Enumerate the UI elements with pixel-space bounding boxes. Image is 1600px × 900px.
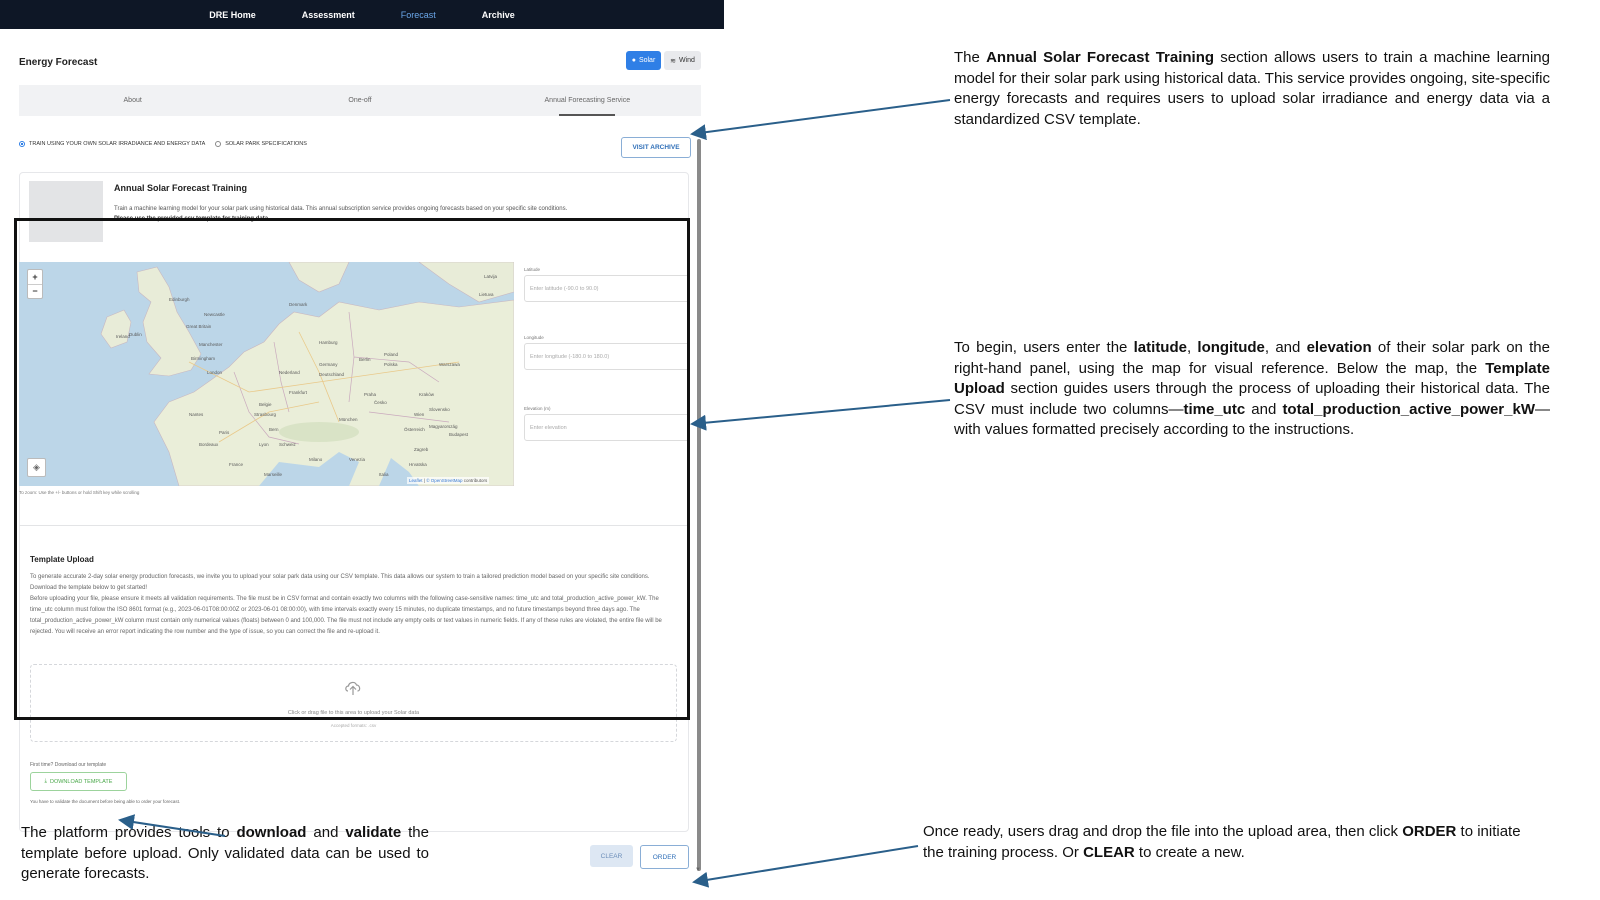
order-button[interactable]: ORDER [640, 845, 689, 869]
wind-icon: ≋ [670, 57, 676, 65]
annotation-bold: CLEAR [1083, 843, 1135, 861]
training-mode-radio-group: TRAIN USING YOUR OWN SOLAR IRRADIANCE AN… [19, 141, 307, 147]
download-template-label: DOWNLOAD TEMPLATE [49, 778, 113, 785]
annotation-location-and-upload: To begin, users enter the latitude, long… [954, 338, 1550, 441]
nav-item-archive[interactable]: Archive [482, 10, 515, 20]
highlight-frame [14, 218, 690, 720]
validate-note: You have to validate the document before… [30, 799, 181, 804]
annotation-text: The platform provides tools to [21, 824, 237, 841]
arrow-to-visit-archive [690, 99, 951, 141]
annotation-bold: validate [345, 824, 402, 841]
section-title: Annual Solar Forecast Training [114, 183, 248, 193]
section-desc-text: Train a machine learning model for your … [114, 206, 568, 212]
page-title: Energy Forecast [19, 57, 98, 68]
tab-annual-forecasting-service[interactable]: Annual Forecasting Service [474, 85, 701, 116]
annotation-text: Once ready, users drag and drop the file… [923, 823, 1403, 840]
radio-own-data[interactable]: TRAIN USING YOUR OWN SOLAR IRRADIANCE AN… [19, 141, 205, 147]
annotation-bold: longitude [1197, 339, 1265, 356]
annotation-bold: ORDER [1402, 823, 1457, 840]
arrow-to-order-button [692, 845, 919, 888]
nav-item-forecast[interactable]: Forecast [401, 10, 436, 20]
tab-about[interactable]: About [19, 85, 246, 116]
radio-own-data-label: TRAIN USING YOUR OWN SOLAR IRRADIANCE AN… [29, 141, 206, 147]
dropzone-accepted-formats: Accepted formats: .csv [330, 723, 377, 728]
visit-archive-button[interactable]: VISIT ARCHIVE [621, 137, 691, 158]
annotation-bold: Annual Solar Forecast Training [986, 49, 1215, 66]
first-time-text: First time? Download our template [30, 762, 107, 768]
tab-one-off[interactable]: One-off [246, 85, 473, 116]
annotation-download-validate: The platform provides tools to download … [21, 823, 429, 885]
annotation-bold: time_utc [1183, 400, 1246, 418]
nav-item-dre-home[interactable]: DRE Home [209, 10, 256, 20]
radio-selected-indicator[interactable] [19, 141, 25, 147]
scrollbar[interactable] [697, 139, 701, 871]
annotation-bold: download [236, 824, 307, 841]
scroll-down-arrow-icon[interactable]: ▼ [695, 867, 701, 873]
annotation-order-clear: Once ready, users drag and drop the file… [923, 822, 1523, 863]
download-template-button[interactable]: ⤓ DOWNLOAD TEMPLATE [30, 772, 127, 791]
solar-toggle-label: Solar [638, 57, 656, 64]
arrow-to-highlight-frame [690, 399, 951, 431]
annotation-text: , [1186, 339, 1198, 356]
annotation-bold: elevation [1306, 339, 1372, 356]
radio-unselected-indicator[interactable] [215, 141, 222, 147]
wind-toggle-label: Wind [678, 57, 695, 64]
annotation-text: The [954, 49, 987, 66]
top-nav: DRE Home Assessment Forecast Archive [0, 0, 724, 29]
radio-park-specs-label: SOLAR PARK SPECIFICATIONS [225, 141, 307, 147]
annotation-text: to create a new. [1134, 843, 1245, 861]
annotation-text: To begin, users enter the [954, 339, 1134, 356]
forecast-tabs: About One-off Annual Forecasting Service [19, 85, 701, 116]
clear-button[interactable]: CLEAR [590, 845, 633, 867]
annotation-text: and [1245, 400, 1283, 418]
wind-toggle-button[interactable]: ≋ Wind [664, 51, 701, 70]
annotation-text: and [306, 824, 346, 841]
nav-item-assessment[interactable]: Assessment [302, 10, 355, 20]
annotation-bold: total_production_active_power_kW [1282, 400, 1535, 418]
sun-icon: ● [631, 57, 636, 64]
solar-toggle-button[interactable]: ● Solar [626, 51, 661, 70]
annotation-bold: latitude [1133, 339, 1187, 356]
annotation-text: , and [1264, 339, 1307, 356]
annotation-training-section: The Annual Solar Forecast Training secti… [954, 48, 1550, 130]
download-icon: ⤓ [44, 778, 47, 784]
radio-park-specs[interactable]: SOLAR PARK SPECIFICATIONS [215, 141, 307, 147]
